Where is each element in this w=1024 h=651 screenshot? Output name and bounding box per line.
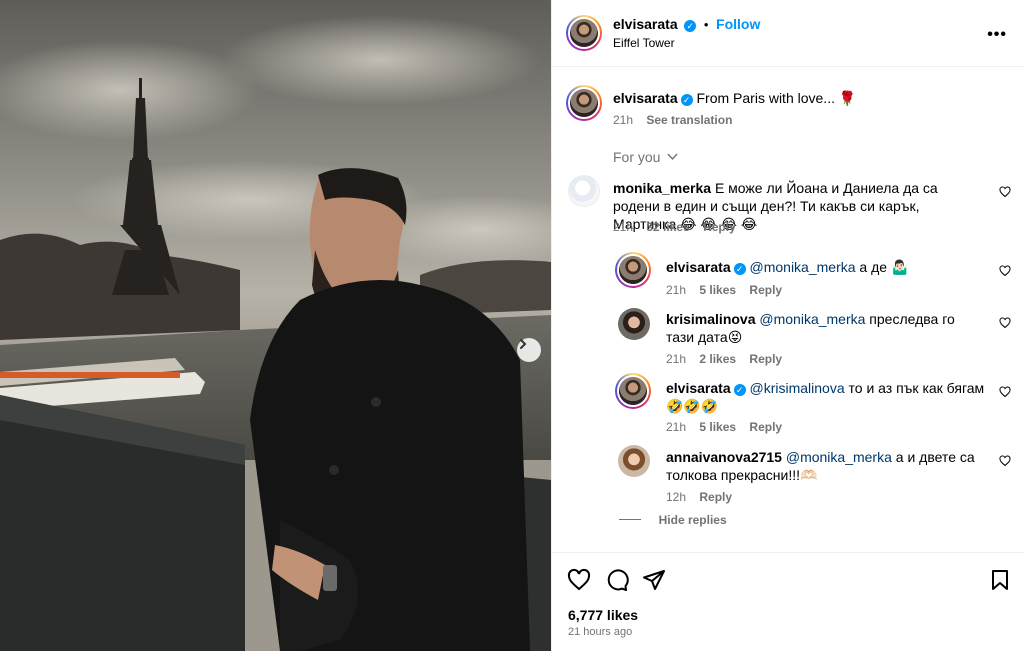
author-username[interactable]: elvisarata (613, 16, 678, 32)
reply-username[interactable]: elvisarata (666, 380, 731, 396)
reply-avatar[interactable] (615, 373, 651, 409)
separator-dot: • (703, 17, 709, 32)
post-location[interactable]: Eiffel Tower (613, 36, 675, 50)
chevron-right-icon (520, 339, 527, 349)
verified-badge-icon: ✓ (733, 384, 746, 396)
heart-icon[interactable] (999, 455, 1011, 467)
chevron-down-icon (667, 153, 678, 161)
bookmark-icon[interactable] (988, 568, 1012, 592)
heart-icon[interactable] (999, 265, 1011, 277)
post-header: elvisarata ✓ • Follow Eiffel Tower ••• (552, 0, 1024, 67)
comment-bubble-icon[interactable] (605, 568, 629, 592)
reply-likes[interactable]: 5 likes (699, 420, 736, 434)
hide-replies-line (619, 519, 641, 520)
reply-reply-button[interactable]: Reply (749, 283, 782, 297)
paper-plane-icon[interactable] (642, 568, 666, 592)
comment-meta: 21h 32 likes Reply (613, 220, 736, 234)
follow-button[interactable]: Follow (716, 16, 760, 32)
reply-avatar[interactable] (618, 308, 650, 340)
caption-username[interactable]: elvisarata (613, 90, 678, 106)
header-title-row: elvisarata ✓ • Follow (613, 16, 760, 32)
see-translation-button[interactable]: See translation (646, 113, 732, 127)
reply-reply-button[interactable]: Reply (749, 352, 782, 366)
reply-text: а де 🤷🏻‍♂️ (855, 259, 909, 275)
reply-text-row: elvisarata ✓ @krisimalinova то и аз пък к… (666, 379, 986, 415)
post-panel: elvisarata ✓ • Follow Eiffel Tower ••• e… (551, 0, 1024, 651)
reply-mention[interactable]: @monika_merka (759, 311, 865, 327)
post-timestamp[interactable]: 21 hours ago (568, 626, 632, 638)
author-avatar[interactable] (566, 15, 602, 51)
likes-count[interactable]: 6,777 likes (568, 607, 638, 623)
caption-meta: 21h See translation (613, 113, 732, 127)
reply-mention[interactable]: @krisimalinova (750, 380, 845, 396)
reply-text-row: elvisarata ✓ @monika_merka а де 🤷🏻‍♂️ (666, 258, 986, 276)
reply-time[interactable]: 21h (666, 352, 686, 366)
verified-badge-icon: ✓ (733, 263, 746, 275)
verified-badge-icon: ✓ (680, 94, 693, 106)
reply-reply-button[interactable]: Reply (749, 420, 782, 434)
post-actions-bar: 6,777 likes 21 hours ago (552, 552, 1024, 651)
heart-icon[interactable] (999, 317, 1011, 329)
comment-username[interactable]: monika_merka (613, 180, 711, 196)
comment-time[interactable]: 21h (613, 220, 633, 234)
reply-mention[interactable]: @monika_merka (786, 449, 892, 465)
heart-icon[interactable] (567, 568, 591, 592)
reply-time[interactable]: 21h (666, 420, 686, 434)
reply-avatar[interactable] (615, 252, 651, 288)
for-you-filter[interactable]: For you (613, 149, 678, 165)
reply-meta: 21h 5 likes Reply (666, 420, 782, 434)
reply-meta: 12h Reply (666, 490, 732, 504)
post-photo (0, 0, 551, 651)
hide-replies-button[interactable]: Hide replies (619, 512, 727, 527)
verified-badge-icon: ✓ (684, 20, 697, 32)
reply-username[interactable]: elvisarata (666, 259, 731, 275)
reply-username[interactable]: krisimalinova (666, 311, 756, 327)
reply-mention[interactable]: @monika_merka (750, 259, 856, 275)
hide-replies-label: Hide replies (658, 513, 727, 527)
carousel-next-button[interactable] (517, 338, 541, 362)
reply-username[interactable]: annaivanova2715 (666, 449, 782, 465)
heart-icon[interactable] (999, 386, 1011, 398)
reply-meta: 21h 2 likes Reply (666, 352, 782, 366)
comment-reply-button[interactable]: Reply (703, 220, 736, 234)
more-options-button[interactable]: ••• (987, 26, 1007, 44)
comment-avatar[interactable] (568, 175, 600, 207)
reply-time[interactable]: 12h (666, 490, 686, 504)
reply-time[interactable]: 21h (666, 283, 686, 297)
caption-avatar[interactable] (566, 85, 602, 121)
caption-text: From Paris with love... 🌹 (696, 90, 857, 106)
reply-meta: 21h 5 likes Reply (666, 283, 782, 297)
reply-text-row: krisimalinova @monika_merka преследва го… (666, 310, 986, 346)
reply-likes[interactable]: 2 likes (699, 352, 736, 366)
photo-illustration (0, 0, 551, 651)
for-you-label: For you (613, 149, 661, 165)
comment-likes[interactable]: 32 likes (646, 220, 689, 234)
caption-time[interactable]: 21h (613, 113, 633, 127)
reply-text-row: annaivanova2715 @monika_merka а и двете … (666, 448, 986, 484)
heart-icon[interactable] (999, 186, 1011, 198)
reply-likes[interactable]: 5 likes (699, 283, 736, 297)
reply-reply-button[interactable]: Reply (699, 490, 732, 504)
reply-avatar[interactable] (618, 445, 650, 477)
caption-text-row: elvisarata ✓ From Paris with love... 🌹 (613, 89, 993, 107)
